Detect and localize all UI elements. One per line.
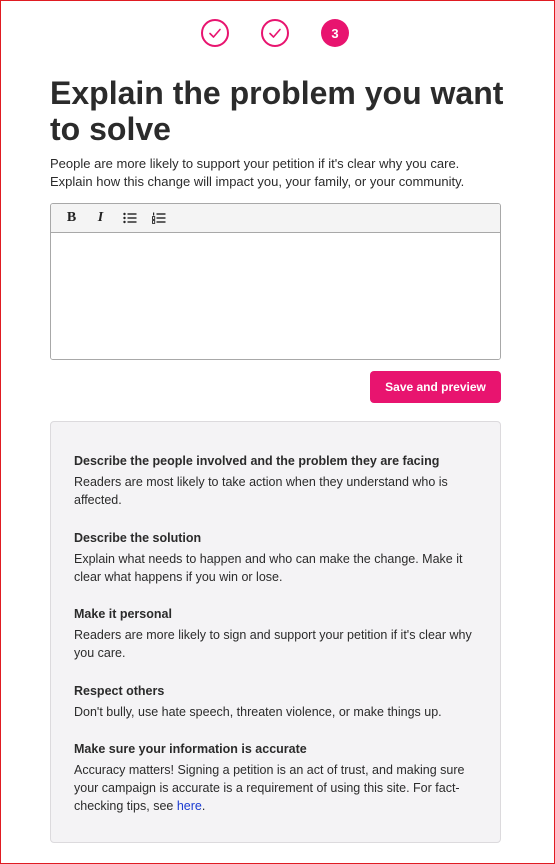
tip-item: Respect others Don't bully, use hate spe…	[74, 682, 484, 721]
tip-item: Make it personal Readers are more likely…	[74, 605, 484, 662]
checkmark-icon	[269, 28, 281, 38]
rich-text-editor: B I	[50, 203, 501, 360]
bulleted-list-icon	[122, 212, 136, 224]
save-and-preview-button[interactable]: Save and preview	[370, 371, 501, 403]
step-3-current: 3	[321, 19, 349, 47]
tip-body-text: Accuracy matters! Signing a petition is …	[74, 763, 465, 813]
tips-panel: Describe the people involved and the pro…	[50, 421, 501, 843]
checkmark-icon	[209, 28, 221, 38]
bulleted-list-button[interactable]	[115, 206, 144, 230]
tip-body: Explain what needs to happen and who can…	[74, 552, 463, 584]
step-2-complete	[261, 19, 289, 47]
tip-title: Make sure your information is accurate	[74, 742, 307, 756]
tip-title: Describe the people involved and the pro…	[74, 454, 440, 468]
tip-title: Respect others	[74, 684, 165, 698]
step-1-complete	[201, 19, 229, 47]
numbered-list-button[interactable]	[144, 206, 173, 230]
page-title: Explain the problem you want to solve	[50, 75, 504, 147]
italic-icon: I	[97, 210, 104, 225]
tip-item: Describe the people involved and the pro…	[74, 452, 484, 509]
tip-item: Make sure your information is accurate A…	[74, 740, 484, 815]
tip-body: Don't bully, use hate speech, threaten v…	[74, 705, 442, 719]
tip-body-suffix: .	[201, 799, 206, 813]
numbered-list-icon	[151, 212, 165, 224]
tip-item: Describe the solution Explain what needs…	[74, 529, 484, 586]
tip-body: Readers are most likely to take action w…	[74, 475, 448, 507]
tip-title: Describe the solution	[74, 531, 202, 545]
intro-text: People are more likely to support your p…	[50, 156, 465, 189]
editor-text-area[interactable]	[51, 233, 500, 359]
fact-checking-link[interactable]: here	[177, 799, 202, 813]
tip-body: Readers are more likely to sign and supp…	[74, 628, 472, 660]
tip-title: Make it personal	[74, 607, 172, 621]
bold-icon: B	[66, 210, 77, 225]
bold-button[interactable]: B	[57, 206, 86, 230]
tip-body: Accuracy matters! Signing a petition is …	[74, 761, 484, 815]
progress-stepper: 3	[1, 19, 554, 51]
italic-button[interactable]: I	[86, 206, 115, 230]
editor-toolbar: B I	[51, 204, 500, 233]
